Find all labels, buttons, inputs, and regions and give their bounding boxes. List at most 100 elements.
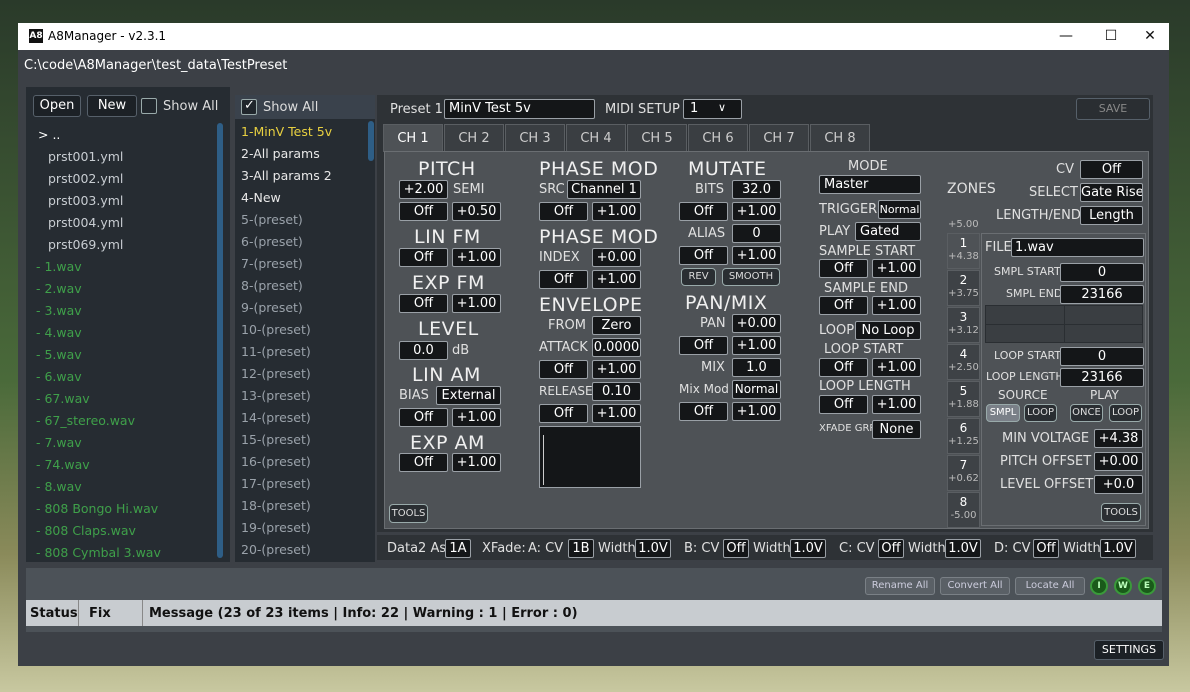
zone-tools-button[interactable]: TOOLS (1101, 503, 1141, 522)
file-list-item[interactable]: prst002.yml (34, 168, 216, 190)
fix-column-header[interactable]: Fix (89, 606, 111, 621)
file-list-item[interactable]: prst003.yml (34, 190, 216, 212)
mutate-bits-cv-select[interactable]: Off (679, 202, 728, 221)
tab-ch4[interactable]: CH 4 (566, 124, 626, 152)
preset-list[interactable]: 1-MinV Test 5v 2-All params 3-All params 2… (241, 121, 365, 561)
xfade-c-width-input[interactable]: 1.0V (945, 539, 981, 558)
pitch-offset-input[interactable]: +0.00 (1094, 452, 1143, 471)
zone-tab-8[interactable]: 8 -5.00 (947, 492, 980, 528)
loop-length-cv-select[interactable]: Off (819, 395, 868, 414)
xfade-c-cv-select[interactable]: Off (878, 539, 904, 558)
preset-list-item[interactable]: 18-(preset) (241, 495, 365, 517)
envelope-from-select[interactable]: Zero (592, 316, 641, 335)
data2-select[interactable]: 1A (445, 539, 471, 558)
convert-all-button[interactable]: Convert All (940, 577, 1010, 595)
loop-length-amount[interactable]: +1.00 (872, 395, 921, 414)
trigger-select[interactable]: Normal (878, 200, 921, 219)
sample-start-cv-select[interactable]: Off (819, 259, 868, 278)
file-list-item[interactable]: - 8.wav (34, 476, 216, 498)
level-input[interactable]: 0.0 (399, 341, 448, 360)
warning-filter-toggle[interactable]: W (1114, 577, 1132, 595)
file-list-item[interactable]: prst004.yml (34, 212, 216, 234)
smooth-button[interactable]: SMOOTH (722, 268, 780, 286)
mode-select[interactable]: Master (819, 175, 921, 194)
status-column-header[interactable]: Status (30, 606, 78, 621)
tab-ch1[interactable]: CH 1 (383, 124, 443, 152)
preset-list-item[interactable]: 14-(preset) (241, 407, 365, 429)
envelope-attack-cv-select[interactable]: Off (539, 360, 588, 379)
file-list-item[interactable]: - 2.wav (34, 278, 216, 300)
source-loop-button[interactable]: LOOP (1024, 404, 1057, 422)
pan-input[interactable]: +0.00 (732, 314, 781, 333)
mutate-alias-input[interactable]: 0 (732, 224, 781, 243)
open-button[interactable]: Open (33, 95, 81, 117)
preset-list-item[interactable]: 10-(preset) (241, 319, 365, 341)
file-list-item[interactable]: - 4.wav (34, 322, 216, 344)
pitch-semi-input[interactable]: +2.00 (399, 180, 448, 199)
preset-list-item[interactable]: 15-(preset) (241, 429, 365, 451)
sample-end-amount[interactable]: +1.00 (872, 296, 921, 315)
file-list-item[interactable]: prst001.yml (34, 146, 216, 168)
zone-tab-5[interactable]: 5 +1.88 (947, 381, 980, 417)
minimize-icon[interactable]: — (1046, 23, 1086, 50)
envelope-release-cv-select[interactable]: Off (539, 404, 588, 423)
tab-ch7[interactable]: CH 7 (749, 124, 809, 152)
lin-am-cv-select[interactable]: Off (399, 408, 448, 427)
file-list-item[interactable]: - 1.wav (34, 256, 216, 278)
mutate-bits-input[interactable]: 32.0 (732, 180, 781, 199)
play-once-button[interactable]: ONCE (1070, 404, 1103, 422)
envelope-release-input[interactable]: 0.10 (592, 382, 641, 401)
xfade-a-cv-select[interactable]: 1B (568, 539, 594, 558)
pitch-cv-select[interactable]: Off (399, 202, 448, 221)
xfade-a-width-input[interactable]: 1.0V (635, 539, 671, 558)
envelope-release-amount[interactable]: +1.00 (592, 404, 641, 423)
mix-input[interactable]: 1.0 (732, 358, 781, 377)
loop-length-zone-input[interactable]: 23166 (1060, 368, 1144, 387)
preset-list-item[interactable]: 13-(preset) (241, 385, 365, 407)
xfade-d-width-input[interactable]: 1.0V (1100, 539, 1136, 558)
sample-start-amount[interactable]: +1.00 (872, 259, 921, 278)
zone-tab-7[interactable]: 7 +0.62 (947, 455, 980, 491)
lin-fm-amount[interactable]: +1.00 (452, 248, 501, 267)
phase-mod-src-amount[interactable]: +1.00 (592, 202, 641, 221)
exp-am-amount[interactable]: +1.00 (452, 453, 501, 472)
zones-select-select[interactable]: Gate Rise (1080, 183, 1143, 202)
preset-list-item[interactable]: 8-(preset) (241, 275, 365, 297)
smpl-start-input[interactable]: 0 (1060, 263, 1144, 282)
file-list-item[interactable]: prst069.yml (34, 234, 216, 256)
phase-mod-index-amount[interactable]: +1.00 (592, 270, 641, 289)
file-list-scrollbar[interactable] (217, 123, 223, 558)
preset-list-item[interactable]: 4-New (241, 187, 365, 209)
tab-ch6[interactable]: CH 6 (688, 124, 748, 152)
file-list-item[interactable]: - 5.wav (34, 344, 216, 366)
file-list-item[interactable]: - 7.wav (34, 432, 216, 454)
phase-mod-index-input[interactable]: +0.00 (592, 248, 641, 267)
level-offset-input[interactable]: +0.0 (1094, 475, 1143, 494)
exp-am-cv-select[interactable]: Off (399, 453, 448, 472)
envelope-attack-amount[interactable]: +1.00 (592, 360, 641, 379)
preset-list-item[interactable]: 1-MinV Test 5v (241, 121, 365, 143)
preset-list-item[interactable]: 5-(preset) (241, 209, 365, 231)
mutate-bits-amount[interactable]: +1.00 (732, 202, 781, 221)
source-smpl-button[interactable]: SMPL (986, 404, 1020, 422)
phase-mod-src-cv-select[interactable]: Off (539, 202, 588, 221)
zone-tab-3[interactable]: 3 +3.12 (947, 307, 980, 343)
zone-tab-6[interactable]: 6 +1.25 (947, 418, 980, 454)
preset-list-item[interactable]: 19-(preset) (241, 517, 365, 539)
message-column-header[interactable]: Message (23 of 23 items | Info: 22 | War… (149, 606, 578, 621)
tab-ch2[interactable]: CH 2 (444, 124, 504, 152)
pan-amount[interactable]: +1.00 (732, 336, 781, 355)
mix-mod-amount[interactable]: +1.00 (732, 402, 781, 421)
preset-list-item[interactable]: 6-(preset) (241, 231, 365, 253)
preset-list-item[interactable]: 3-All params 2 (241, 165, 365, 187)
preset-list-item[interactable]: 12-(preset) (241, 363, 365, 385)
preset-list-item[interactable]: 7-(preset) (241, 253, 365, 275)
loop-start-cv-select[interactable]: Off (819, 358, 868, 377)
preset-list-item[interactable]: 2-All params (241, 143, 365, 165)
exp-fm-amount[interactable]: +1.00 (452, 294, 501, 313)
pan-cv-select[interactable]: Off (679, 336, 728, 355)
loop-select[interactable]: No Loop (855, 321, 921, 340)
xfade-b-width-input[interactable]: 1.0V (790, 539, 826, 558)
file-list-item[interactable]: - 67_stereo.wav (34, 410, 216, 432)
zone-tab-2[interactable]: 2 +3.75 (947, 270, 980, 306)
